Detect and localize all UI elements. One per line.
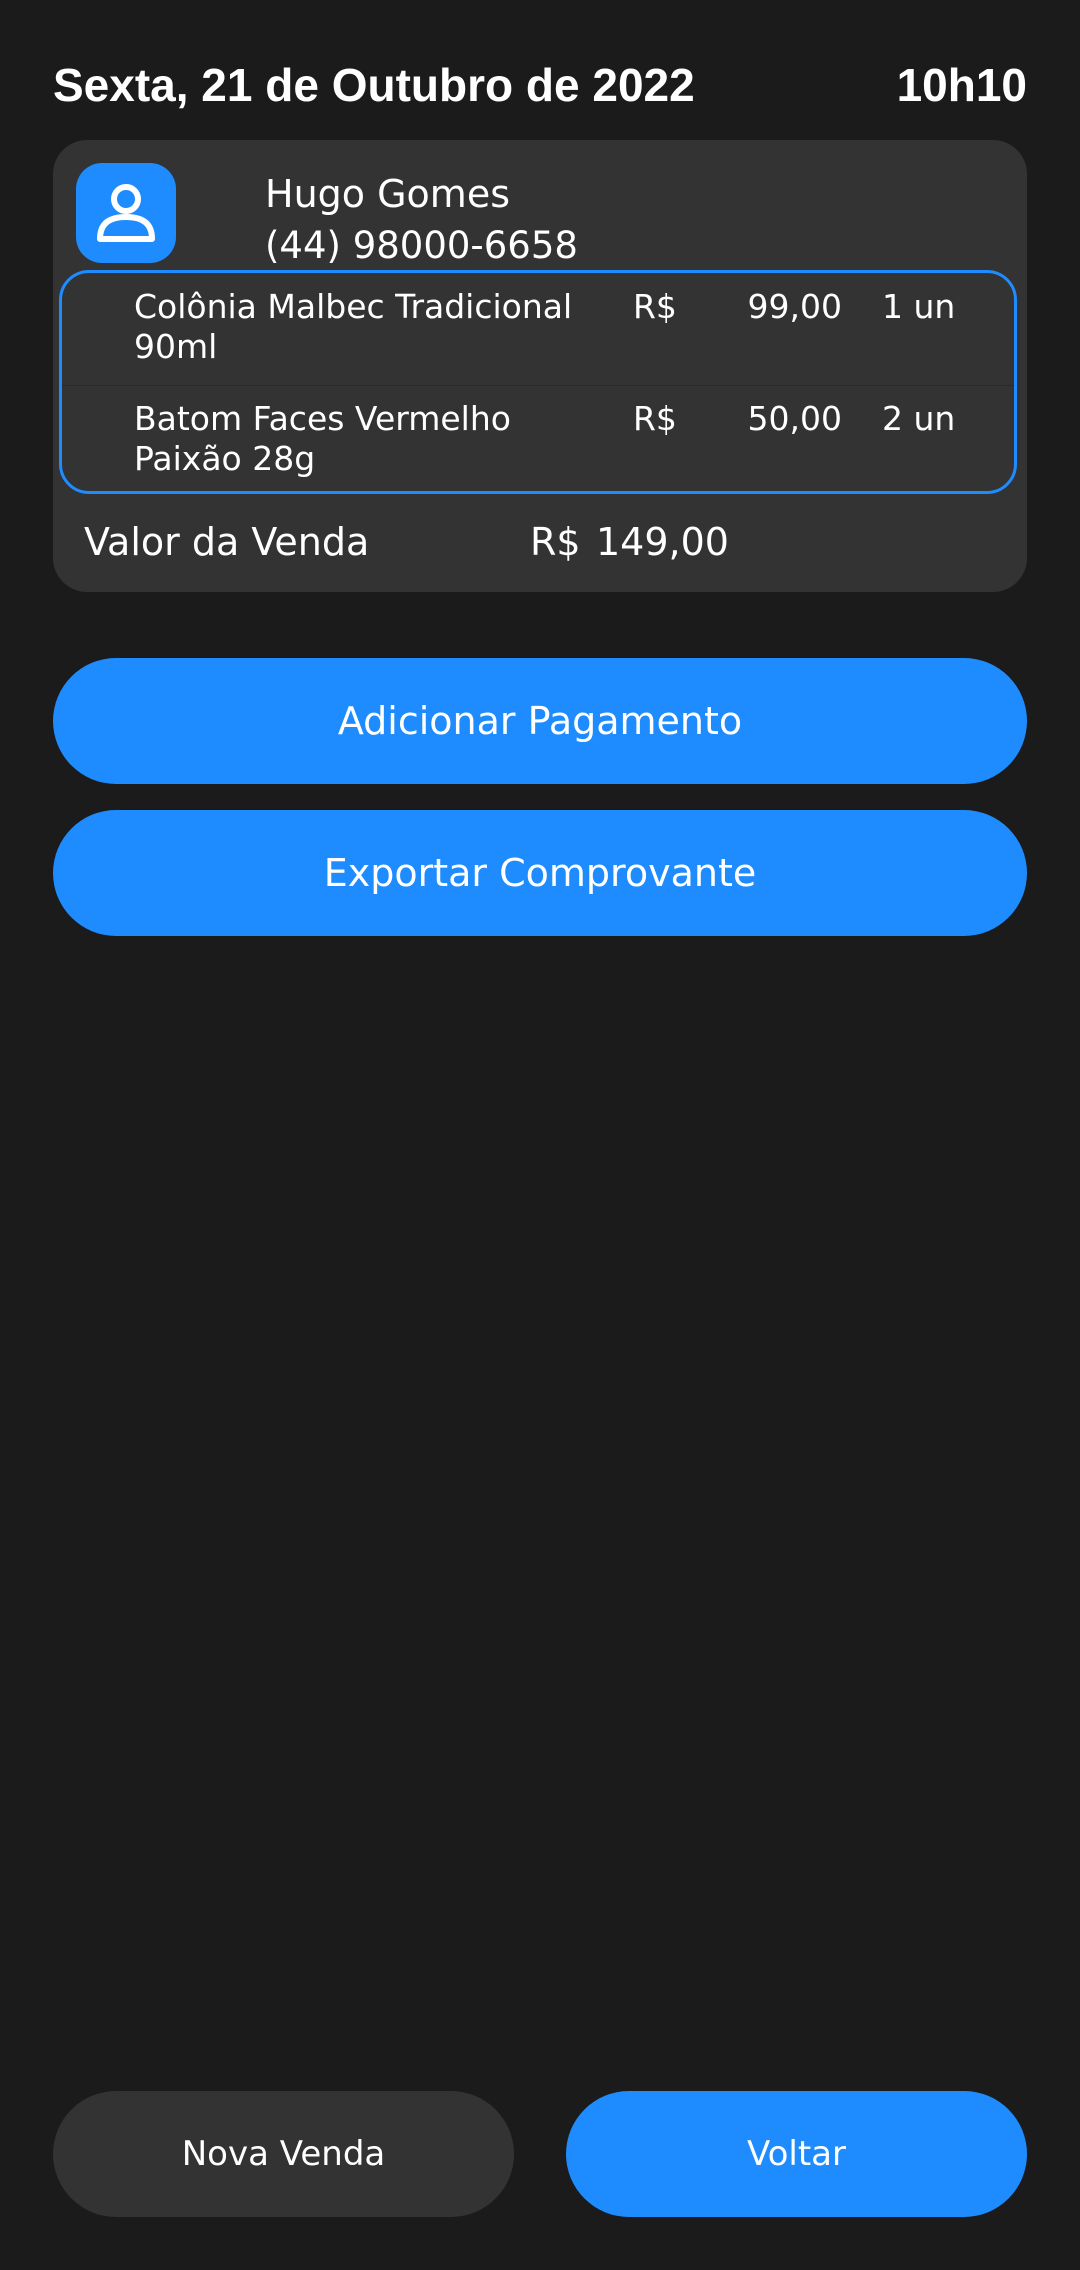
export-receipt-button[interactable]: Exportar Comprovante [53, 810, 1027, 936]
total-label: Valor da Venda [84, 520, 370, 564]
add-payment-button[interactable]: Adicionar Pagamento [53, 658, 1027, 784]
new-sale-button[interactable]: Nova Venda [53, 2091, 514, 2217]
item-quantity: 2 un [882, 399, 956, 438]
user-icon [97, 184, 155, 242]
back-button[interactable]: Voltar [566, 2091, 1027, 2217]
list-item[interactable]: Batom Faces Vermelho Paixão 28g R$ 50,00… [62, 385, 1014, 491]
item-price: 99,00 [747, 287, 842, 326]
customer-name: Hugo Gomes [265, 172, 510, 216]
sale-time: 10h10 [896, 59, 1027, 111]
list-item[interactable]: Colônia Malbec Tradicional 90ml R$ 99,00… [62, 273, 1014, 386]
item-name: Batom Faces Vermelho Paixão 28g [134, 399, 511, 478]
sale-summary-card: Hugo Gomes (44) 98000-6658 Colônia Malbe… [53, 140, 1027, 592]
sale-date: Sexta, 21 de Outubro de 2022 [53, 59, 695, 111]
item-quantity: 1 un [882, 287, 956, 326]
total-value: 149,00 [596, 520, 729, 564]
item-price: 50,00 [747, 399, 842, 438]
items-list: Colônia Malbec Tradicional 90ml R$ 99,00… [59, 270, 1017, 494]
customer-phone: (44) 98000-6658 [265, 224, 578, 267]
customer-avatar [76, 163, 176, 263]
item-currency: R$ [633, 287, 677, 326]
item-currency: R$ [633, 399, 677, 438]
item-name: Colônia Malbec Tradicional 90ml [134, 287, 573, 366]
total-currency: R$ [530, 520, 581, 564]
